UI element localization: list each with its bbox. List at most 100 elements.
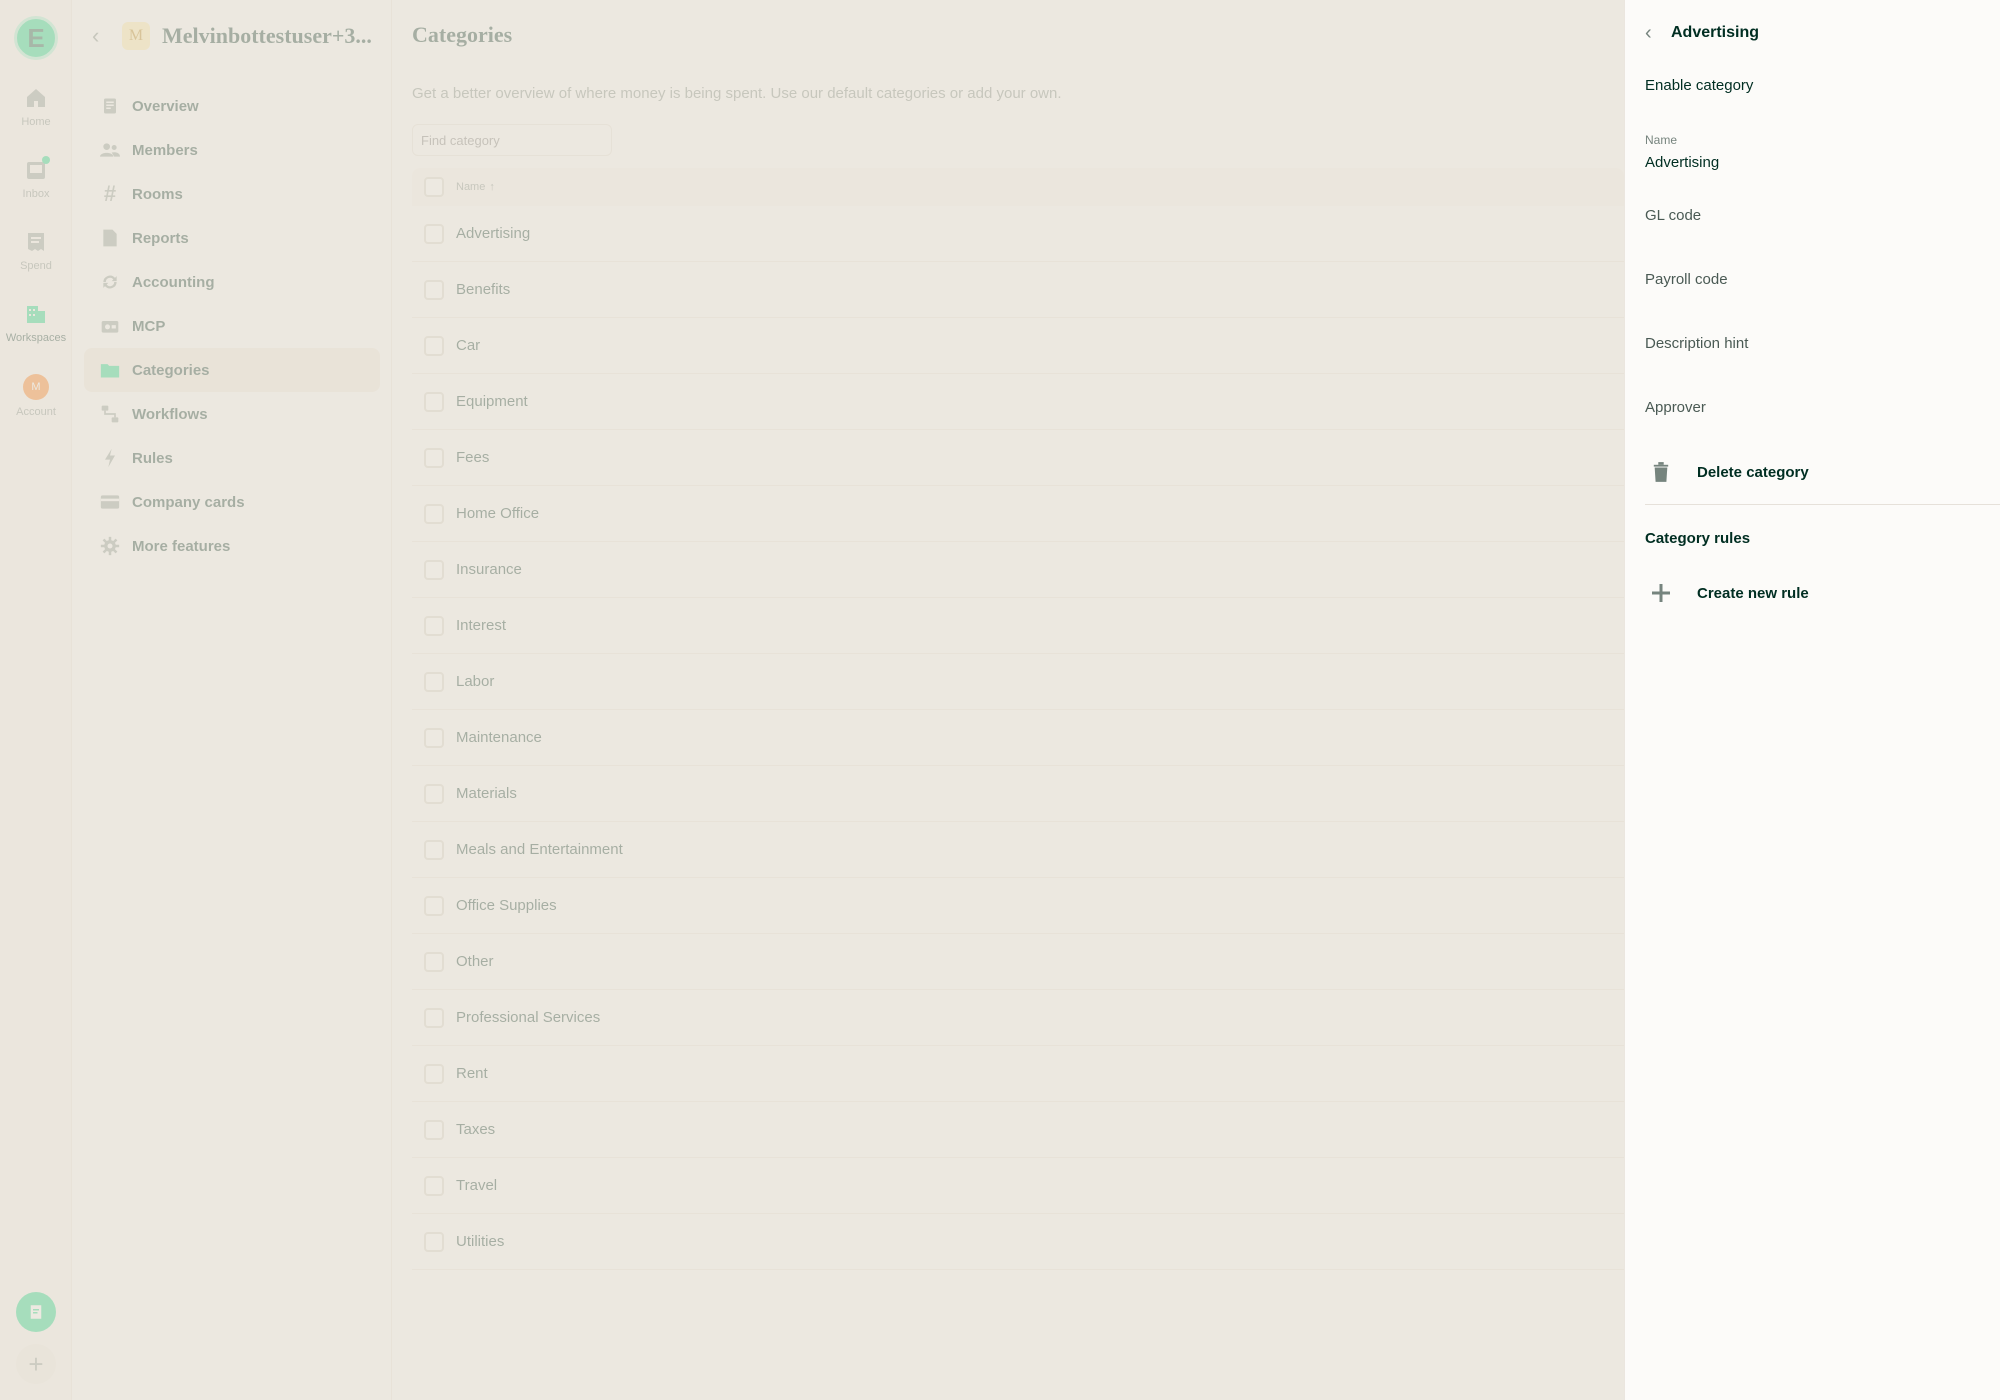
nav-workspaces[interactable]: Workspaces bbox=[0, 302, 72, 344]
menu-item-categories[interactable]: Categories bbox=[84, 348, 380, 392]
name-field-label: Name bbox=[1645, 133, 1678, 147]
category-name: Office Supplies bbox=[456, 897, 557, 914]
name-field-value: Advertising bbox=[1645, 154, 1720, 171]
row-checkbox[interactable] bbox=[424, 615, 444, 636]
menu-item-rooms[interactable]: # Rooms bbox=[84, 172, 380, 216]
hashtag-icon: # bbox=[103, 181, 117, 206]
table-row[interactable]: Car bbox=[412, 318, 1624, 374]
row-checkbox[interactable] bbox=[424, 839, 444, 860]
column-header-name[interactable]: Name bbox=[456, 181, 485, 193]
row-checkbox[interactable] bbox=[424, 1175, 444, 1196]
nav-account[interactable]: M Account bbox=[0, 374, 72, 418]
avatar: M bbox=[23, 374, 49, 400]
document-icon bbox=[100, 96, 120, 116]
table-row[interactable]: Meals and Entertainment bbox=[412, 822, 1624, 878]
select-all-checkbox[interactable] bbox=[424, 177, 444, 197]
table-row[interactable]: Professional Services bbox=[412, 990, 1624, 1046]
enable-category-toggle-row[interactable]: Enable category bbox=[1645, 77, 1753, 94]
table-row[interactable]: Fees bbox=[412, 430, 1624, 486]
create-expense-button[interactable] bbox=[16, 1292, 56, 1332]
approver-field[interactable]: Approver bbox=[1645, 399, 1706, 416]
back-arrow-icon[interactable]: ‹ bbox=[1645, 22, 1671, 45]
create-new-rule-button[interactable]: Create new rule bbox=[1645, 573, 1809, 613]
menu-item-accounting[interactable]: Accounting bbox=[84, 260, 380, 304]
table-row[interactable]: Equipment bbox=[412, 374, 1624, 430]
row-checkbox[interactable] bbox=[424, 1119, 444, 1140]
table-row[interactable]: Office Supplies bbox=[412, 878, 1624, 934]
delete-category-button[interactable]: Delete category bbox=[1645, 452, 1809, 492]
table-row[interactable]: Utilities bbox=[412, 1214, 1624, 1270]
back-arrow-icon[interactable]: ‹ bbox=[92, 23, 116, 49]
payroll-code-field[interactable]: Payroll code bbox=[1645, 271, 1728, 288]
sync-icon bbox=[100, 272, 120, 292]
name-field[interactable]: Advertising bbox=[1645, 154, 1719, 171]
page-description: Get a better overview of where money is … bbox=[412, 85, 1062, 102]
global-nav-rail: E Home Inbox Spend Workspaces M Account … bbox=[0, 0, 72, 1400]
row-checkbox[interactable] bbox=[424, 1231, 444, 1252]
table-row[interactable]: Interest bbox=[412, 598, 1624, 654]
menu-item-members[interactable]: Members bbox=[84, 128, 380, 172]
category-name: Maintenance bbox=[456, 729, 542, 746]
gl-code-field[interactable]: GL code bbox=[1645, 207, 1701, 224]
row-checkbox[interactable] bbox=[424, 951, 444, 972]
category-name: Equipment bbox=[456, 393, 528, 410]
payroll-code-label: Payroll code bbox=[1645, 271, 1728, 288]
category-name: Fees bbox=[456, 449, 490, 466]
table-row[interactable]: Taxes bbox=[412, 1102, 1624, 1158]
category-name: Advertising bbox=[456, 225, 531, 242]
category-name: Taxes bbox=[456, 1121, 496, 1138]
nav-inbox-label: Inbox bbox=[22, 188, 50, 200]
row-checkbox[interactable] bbox=[424, 895, 444, 916]
table-row[interactable]: Maintenance bbox=[412, 710, 1624, 766]
categories-page: Categories Get a better overview of wher… bbox=[392, 0, 1624, 1400]
table-row[interactable]: Insurance bbox=[412, 542, 1624, 598]
expensify-logo[interactable]: E bbox=[14, 16, 58, 60]
nav-inbox[interactable]: Inbox bbox=[0, 158, 72, 200]
table-row[interactable]: Rent bbox=[412, 1046, 1624, 1102]
row-checkbox[interactable] bbox=[424, 223, 444, 244]
row-checkbox[interactable] bbox=[424, 279, 444, 300]
workflow-icon bbox=[100, 404, 120, 424]
global-create-button[interactable]: + bbox=[16, 1344, 56, 1384]
description-hint-field[interactable]: Description hint bbox=[1645, 335, 1748, 352]
row-checkbox[interactable] bbox=[424, 447, 444, 468]
menu-item-label: Members bbox=[132, 141, 198, 159]
row-checkbox[interactable] bbox=[424, 727, 444, 748]
row-checkbox[interactable] bbox=[424, 1007, 444, 1028]
panel-title: Advertising bbox=[1671, 24, 1760, 41]
enable-category-label: Enable category bbox=[1645, 77, 1754, 94]
row-checkbox[interactable] bbox=[424, 559, 444, 580]
menu-item-mcp[interactable]: MCP bbox=[84, 304, 380, 348]
menu-item-workflows[interactable]: Workflows bbox=[84, 392, 380, 436]
row-checkbox[interactable] bbox=[424, 391, 444, 412]
menu-item-more-features[interactable]: More features bbox=[84, 524, 380, 568]
table-row[interactable]: Advertising bbox=[412, 206, 1624, 262]
nav-spend[interactable]: Spend bbox=[0, 230, 72, 272]
category-details-panel: ‹ Advertising Enable category Name Adver… bbox=[1624, 0, 2000, 1400]
category-name: Materials bbox=[456, 785, 517, 802]
row-checkbox[interactable] bbox=[424, 671, 444, 692]
category-rules-heading: Category rules bbox=[1645, 530, 1751, 547]
menu-item-reports[interactable]: Reports bbox=[84, 216, 380, 260]
table-row[interactable]: Other bbox=[412, 934, 1624, 990]
home-icon bbox=[27, 89, 45, 107]
row-checkbox[interactable] bbox=[424, 503, 444, 524]
menu-item-company-cards[interactable]: Company cards bbox=[84, 480, 380, 524]
table-row[interactable]: Labor bbox=[412, 654, 1624, 710]
table-row[interactable]: Travel bbox=[412, 1158, 1624, 1214]
category-name: Rent bbox=[456, 1065, 488, 1082]
nav-home[interactable]: Home bbox=[0, 86, 72, 128]
create-new-rule-label: Create new rule bbox=[1697, 584, 1809, 602]
menu-item-overview[interactable]: Overview bbox=[84, 84, 380, 128]
search-input[interactable] bbox=[412, 124, 612, 156]
row-checkbox[interactable] bbox=[424, 783, 444, 804]
table-row[interactable]: Benefits bbox=[412, 262, 1624, 318]
row-checkbox[interactable] bbox=[424, 335, 444, 356]
table-row[interactable]: Materials bbox=[412, 766, 1624, 822]
table-row[interactable]: Home Office bbox=[412, 486, 1624, 542]
row-checkbox[interactable] bbox=[424, 1063, 444, 1084]
menu-item-rules[interactable]: Rules bbox=[84, 436, 380, 480]
nav-workspaces-label: Workspaces bbox=[5, 332, 67, 344]
plus-icon: + bbox=[28, 1348, 44, 1379]
workspace-menu: ‹ M Melvinbottestuser+3... Overview Memb… bbox=[72, 0, 392, 1400]
